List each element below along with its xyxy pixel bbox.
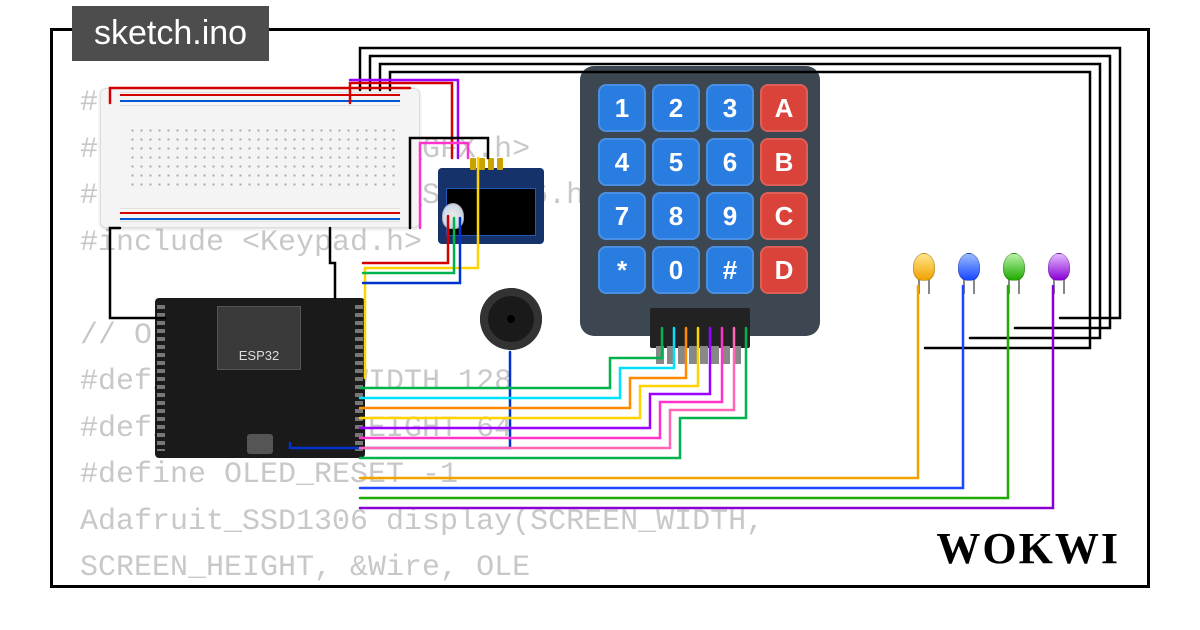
keypad-key-8[interactable]: 8 xyxy=(652,192,700,240)
led-purple xyxy=(1048,253,1070,281)
keypad-key-4[interactable]: 4 xyxy=(598,138,646,186)
esp32-board: ESP32 xyxy=(155,298,365,458)
keypad-key-*[interactable]: * xyxy=(598,246,646,294)
keypad-key-9[interactable]: 9 xyxy=(706,192,754,240)
keypad-key-d[interactable]: D xyxy=(760,246,808,294)
keypad-key-0[interactable]: 0 xyxy=(652,246,700,294)
keypad-key-c[interactable]: C xyxy=(760,192,808,240)
filename-label: sketch.ino xyxy=(94,14,247,52)
keypad-key-b[interactable]: B xyxy=(760,138,808,186)
wokwi-logo: WOKWI xyxy=(936,523,1120,574)
keypad-key-6[interactable]: 6 xyxy=(706,138,754,186)
led-blue xyxy=(958,253,980,281)
keypad-key-a[interactable]: A xyxy=(760,84,808,132)
keypad-key-#[interactable]: # xyxy=(706,246,754,294)
keypad-key-3[interactable]: 3 xyxy=(706,84,754,132)
file-tab[interactable]: sketch.ino xyxy=(72,6,269,61)
keypad-key-1[interactable]: 1 xyxy=(598,84,646,132)
rgb-led xyxy=(442,203,464,229)
circuit-diagram: ESP32 123A 456B 789C *0#D WOKWI xyxy=(50,28,1150,588)
keypad-key-2[interactable]: 2 xyxy=(652,84,700,132)
led-yellow xyxy=(913,253,935,281)
mcu-label: ESP32 xyxy=(217,306,301,370)
keypad-key-7[interactable]: 7 xyxy=(598,192,646,240)
buzzer xyxy=(480,288,542,350)
led-green xyxy=(1003,253,1025,281)
keypad-key-5[interactable]: 5 xyxy=(652,138,700,186)
keypad-4x4: 123A 456B 789C *0#D xyxy=(580,66,820,336)
breadboard xyxy=(100,88,420,228)
